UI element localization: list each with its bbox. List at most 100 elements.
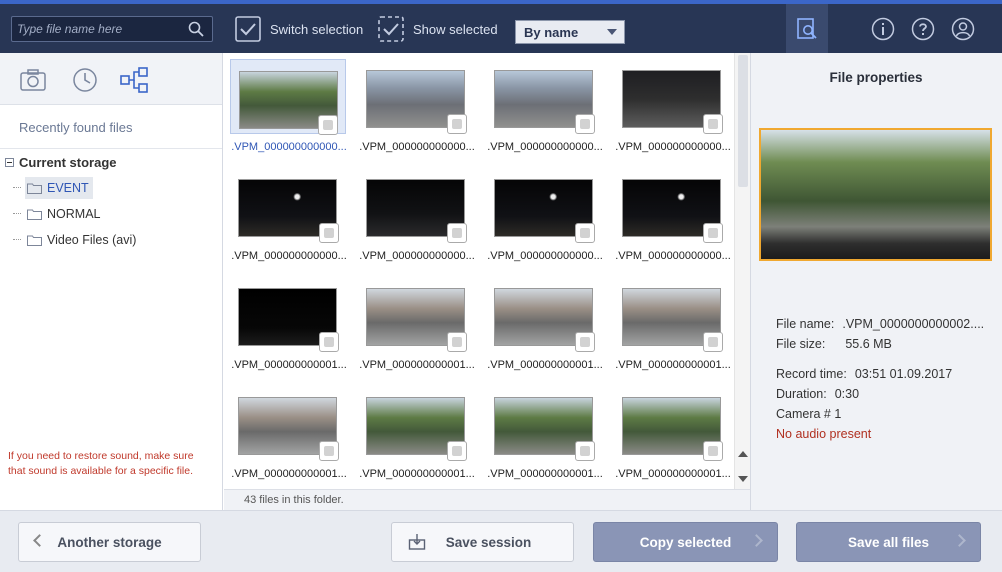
file-thumbnail-item[interactable]: .VPM_000000000000... bbox=[614, 168, 732, 273]
tree-root-current-storage[interactable]: Current storage bbox=[5, 155, 117, 170]
camera-icon[interactable] bbox=[18, 65, 48, 95]
file-name: .VPM_000000000000... bbox=[359, 141, 475, 153]
record-time-label: Record time: bbox=[776, 367, 847, 381]
scroll-up-icon[interactable] bbox=[738, 451, 748, 457]
history-clock-icon[interactable] bbox=[70, 65, 100, 95]
record-time-row: Record time: 03:51 01.09.2017 bbox=[776, 367, 952, 381]
file-name: .VPM_000000000000... bbox=[615, 141, 731, 153]
divider bbox=[0, 148, 222, 149]
help-icon bbox=[911, 17, 935, 40]
file-thumbnail-item[interactable]: .VPM_000000000000... bbox=[486, 168, 604, 273]
file-thumbnail-item[interactable]: .VPM_000000000001... bbox=[358, 277, 476, 382]
record-time-value: 03:51 01.09.2017 bbox=[854, 367, 953, 381]
file-name: .VPM_000000000001... bbox=[487, 468, 603, 480]
help-button[interactable] bbox=[910, 4, 936, 53]
sort-value: By name bbox=[524, 24, 579, 40]
switch-selection-label: Switch selection bbox=[270, 21, 364, 37]
select-checkbox[interactable] bbox=[447, 441, 467, 461]
grid-scrollbar[interactable] bbox=[734, 53, 750, 489]
file-name: .VPM_000000000000... bbox=[359, 250, 475, 262]
info-button[interactable] bbox=[870, 4, 896, 53]
select-checkbox[interactable] bbox=[703, 223, 723, 243]
preview-toggle-button[interactable] bbox=[786, 4, 828, 53]
scroll-down-icon[interactable] bbox=[738, 476, 748, 482]
show-selected-label: Show selected bbox=[413, 21, 498, 37]
file-thumbnail-item[interactable]: .VPM_000000000000... bbox=[230, 59, 348, 164]
switch-selection-icon bbox=[235, 16, 261, 42]
duration-value: 0:30 bbox=[834, 387, 860, 401]
show-selected-button[interactable]: Show selected bbox=[377, 15, 498, 43]
select-checkbox[interactable] bbox=[703, 114, 723, 134]
save-session-icon bbox=[408, 534, 426, 550]
file-thumbnail-item[interactable]: .VPM_000000000001... bbox=[486, 386, 604, 489]
file-name: .VPM_000000000001... bbox=[359, 468, 475, 480]
switch-selection-button[interactable]: Switch selection bbox=[234, 15, 363, 43]
save-session-button[interactable]: Save session bbox=[391, 522, 574, 562]
file-thumbnail-item[interactable]: .VPM_000000000001... bbox=[358, 386, 476, 489]
save-all-files-button[interactable]: Save all files bbox=[796, 522, 981, 562]
file-name: .VPM_000000000000... bbox=[231, 250, 347, 262]
recently-found-files-link[interactable]: Recently found files bbox=[19, 120, 132, 135]
file-thumbnail-item[interactable]: .VPM_000000000001... bbox=[230, 277, 348, 382]
select-checkbox[interactable] bbox=[447, 332, 467, 352]
select-checkbox[interactable] bbox=[575, 223, 595, 243]
properties-title: File properties bbox=[829, 70, 923, 85]
bottom-action-bar: Another storage Save session Copy select… bbox=[0, 510, 1002, 572]
select-checkbox[interactable] bbox=[575, 332, 595, 352]
select-checkbox[interactable] bbox=[703, 332, 723, 352]
scrollbar-thumb[interactable] bbox=[738, 55, 748, 187]
account-button[interactable] bbox=[950, 4, 976, 53]
select-checkbox[interactable] bbox=[703, 441, 723, 461]
tree-view-icon[interactable] bbox=[119, 65, 149, 95]
save-all-files-label: Save all files bbox=[847, 534, 930, 550]
select-checkbox[interactable] bbox=[319, 223, 339, 243]
file-name: .VPM_000000000001... bbox=[487, 359, 603, 371]
file-thumbnail-item[interactable]: .VPM_000000000000... bbox=[358, 168, 476, 273]
file-thumbnail-item[interactable]: .VPM_000000000000... bbox=[358, 59, 476, 164]
file-thumbnail-item[interactable]: .VPM_000000000000... bbox=[230, 168, 348, 273]
tree-item-label: NORMAL bbox=[47, 207, 101, 221]
file-name: .VPM_000000000000... bbox=[487, 250, 603, 262]
select-checkbox[interactable] bbox=[447, 114, 467, 134]
duration-label: Duration: bbox=[776, 387, 827, 401]
file-name: .VPM_000000000001... bbox=[231, 468, 347, 480]
copy-selected-label: Copy selected bbox=[639, 534, 732, 550]
file-thumbnail-item[interactable]: .VPM_000000000000... bbox=[614, 59, 732, 164]
collapse-icon[interactable] bbox=[5, 158, 14, 167]
file-name: .VPM_000000000001... bbox=[359, 359, 475, 371]
file-thumbnail-item[interactable]: .VPM_000000000000... bbox=[486, 59, 604, 164]
select-checkbox[interactable] bbox=[318, 115, 338, 135]
folder-status: 43 files in this folder. bbox=[224, 489, 750, 510]
file-thumbnail-item[interactable]: .VPM_000000000001... bbox=[486, 277, 604, 382]
select-checkbox[interactable] bbox=[575, 441, 595, 461]
tree-item-normal[interactable]: NORMAL bbox=[25, 203, 104, 225]
select-checkbox[interactable] bbox=[319, 332, 339, 352]
tree-connector bbox=[13, 187, 21, 188]
chevron-right-icon bbox=[953, 534, 966, 547]
select-checkbox[interactable] bbox=[575, 114, 595, 134]
duration-row: Duration: 0:30 bbox=[776, 387, 859, 401]
file-name: .VPM_000000000000... bbox=[231, 141, 347, 153]
search-input[interactable] bbox=[12, 17, 182, 41]
show-selected-icon bbox=[378, 16, 404, 42]
select-checkbox[interactable] bbox=[319, 441, 339, 461]
file-thumbnail-item[interactable]: .VPM_000000000001... bbox=[614, 277, 732, 382]
another-storage-button[interactable]: Another storage bbox=[18, 522, 201, 562]
audio-status: No audio present bbox=[776, 427, 872, 441]
top-toolbar: Switch selection Show selected By name bbox=[0, 0, 1002, 53]
folder-icon bbox=[27, 235, 42, 246]
search-icon[interactable] bbox=[188, 21, 204, 37]
select-checkbox[interactable] bbox=[447, 223, 467, 243]
file-name: .VPM_000000000000... bbox=[487, 141, 603, 153]
tree-item-video-files[interactable]: Video Files (avi) bbox=[25, 229, 140, 251]
copy-selected-button[interactable]: Copy selected bbox=[593, 522, 778, 562]
sort-dropdown[interactable]: By name bbox=[515, 20, 625, 44]
video-preview[interactable] bbox=[759, 128, 992, 261]
file-thumbnail-item[interactable]: .VPM_000000000001... bbox=[614, 386, 732, 489]
sound-restore-note: If you need to restore sound, make sure … bbox=[8, 450, 194, 477]
file-search-icon bbox=[797, 17, 817, 39]
tree-item-event[interactable]: EVENT bbox=[25, 177, 93, 199]
chevron-right-icon bbox=[750, 534, 763, 547]
file-thumbnail-item[interactable]: .VPM_000000000001... bbox=[230, 386, 348, 489]
tree-root-label: Current storage bbox=[19, 155, 117, 170]
